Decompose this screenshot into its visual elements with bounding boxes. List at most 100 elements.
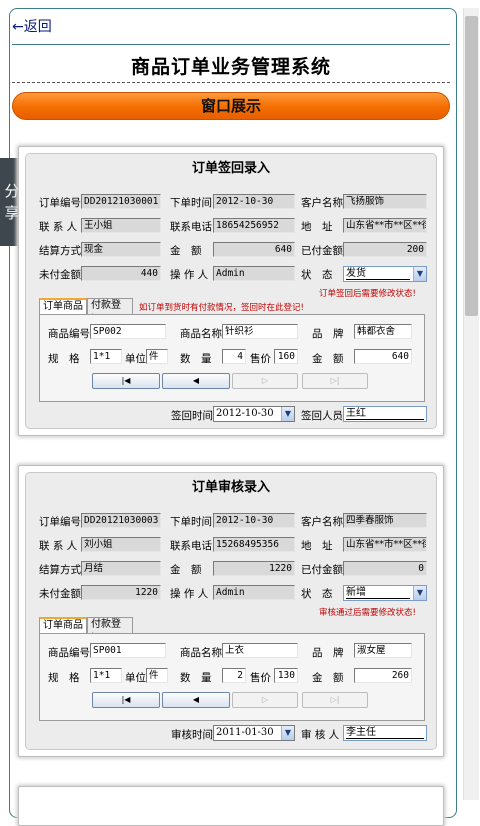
bottom-time-value: 2012-10-30 xyxy=(216,408,274,419)
paid-field[interactable]: 0 xyxy=(343,561,427,576)
order-no-field[interactable]: DD20121030001 xyxy=(81,194,161,209)
order-time-field[interactable]: 2012-10-30 xyxy=(213,513,295,528)
item-price-label: 售价 xyxy=(250,672,271,684)
card-title: 订单审核录入 xyxy=(191,480,270,495)
last-record-button[interactable]: ▷| xyxy=(302,692,368,708)
item-total-field[interactable]: 640 xyxy=(354,349,412,364)
item-spec-label: 规 格 xyxy=(48,672,80,684)
item-code-field[interactable]: SP001 xyxy=(90,643,166,658)
item-spec-field[interactable]: 1*1 xyxy=(90,349,122,364)
phone-field[interactable]: 18654256952 xyxy=(213,218,295,233)
item-unit-label: 单位 xyxy=(125,672,146,684)
detail-tabs: 订单商品 付款登记 xyxy=(39,617,239,644)
tab-payment-record[interactable]: 付款登记 xyxy=(87,617,133,644)
tab-order-items[interactable]: 订单商品 xyxy=(39,298,87,315)
paid-label: 已付金额 xyxy=(301,564,343,576)
address-field[interactable]: 山东省**市**区**街 xyxy=(343,218,427,233)
item-brand-label: 品 牌 xyxy=(312,328,344,340)
order-time-field[interactable]: 2012-10-30 xyxy=(213,194,295,209)
dropdown-arrow-icon[interactable]: ▼ xyxy=(281,407,294,421)
customer-field[interactable]: 四季春服饰 xyxy=(343,513,427,528)
item-brand-label: 品 牌 xyxy=(312,647,344,659)
status-select[interactable]: 新增 ▼ xyxy=(343,585,427,601)
amount-field[interactable]: 1220 xyxy=(213,561,295,576)
last-record-button[interactable]: ▷| xyxy=(302,373,368,389)
address-field[interactable]: 山东省**市**区**街 xyxy=(343,537,427,552)
unpaid-field[interactable]: 440 xyxy=(81,266,161,281)
amount-field[interactable]: 640 xyxy=(213,242,295,257)
paid-field[interactable]: 200 xyxy=(343,242,427,257)
first-record-button[interactable]: |◀ xyxy=(92,692,160,708)
item-brand-field[interactable]: 淑女屋 xyxy=(354,643,412,658)
item-name-field[interactable]: 上衣 xyxy=(222,643,298,658)
operator-field[interactable]: Admin xyxy=(213,585,295,600)
item-total-label: 金 额 xyxy=(312,672,344,684)
item-qty-field[interactable]: 4 xyxy=(222,349,246,364)
item-unit-field[interactable]: 件 xyxy=(146,349,168,364)
bottom-person-underline xyxy=(346,419,424,420)
next-record-button[interactable]: ▷ xyxy=(232,692,298,708)
order-no-label: 订单编号 xyxy=(39,516,81,528)
tab-order-items[interactable]: 订单商品 xyxy=(39,617,87,634)
operator-label: 操 作 人 xyxy=(170,588,209,600)
bottom-time-select[interactable]: 2012-10-30 ▼ xyxy=(213,406,295,422)
item-name-field[interactable]: 针织衫 xyxy=(222,324,298,339)
status-underline xyxy=(346,598,410,599)
bottom-person-label: 签回人员 xyxy=(301,410,343,422)
contact-field[interactable]: 刘小姐 xyxy=(81,537,161,552)
unpaid-label: 未付金额 xyxy=(39,269,81,281)
order-signback-card: 订单签回录入 订单编号 DD20121030001 下单时间 2012-10-3… xyxy=(18,146,444,436)
bottom-person-label: 审 核 人 xyxy=(301,729,340,741)
customer-field[interactable]: 飞扬服饰 xyxy=(343,194,427,209)
phone-field[interactable]: 15268495356 xyxy=(213,537,295,552)
window-showcase-banner[interactable]: 窗口展示 xyxy=(12,92,450,120)
order-items-panel: 商品编号 SP001 商品名称 上衣 品 牌 淑女屋 规 格 1*1 单位 件 … xyxy=(39,633,425,721)
scrollbar-thumb[interactable] xyxy=(465,16,478,316)
contact-field[interactable]: 王小姐 xyxy=(81,218,161,233)
item-price-field[interactable]: 160 xyxy=(274,349,298,364)
order-no-label: 订单编号 xyxy=(39,197,81,209)
item-spec-field[interactable]: 1*1 xyxy=(90,668,122,683)
order-items-panel: 商品编号 SP002 商品名称 针织衫 品 牌 韩都衣舍 规 格 1*1 单位 … xyxy=(39,314,425,402)
amount-label: 金 额 xyxy=(170,564,202,576)
status-select[interactable]: 发货 ▼ xyxy=(343,266,427,282)
status-value: 发货 xyxy=(346,268,366,279)
item-name-label: 商品名称 xyxy=(180,328,222,340)
prev-record-button[interactable]: ◀ xyxy=(162,373,230,389)
address-label: 地 址 xyxy=(301,221,333,233)
dropdown-arrow-icon[interactable]: ▼ xyxy=(281,726,294,740)
item-code-field[interactable]: SP002 xyxy=(90,324,166,339)
payment-field[interactable]: 月结 xyxy=(81,561,161,576)
item-price-field[interactable]: 130 xyxy=(274,668,298,683)
back-link[interactable]: ←返回 xyxy=(12,16,52,36)
bottom-person-select[interactable]: 李主任 xyxy=(343,725,427,741)
status-note: 订单签回后需要修改状态! xyxy=(319,289,416,299)
item-total-label: 金 额 xyxy=(312,353,344,365)
payment-field[interactable]: 现金 xyxy=(81,242,161,257)
order-time-label: 下单时间 xyxy=(170,516,212,528)
order-time-label: 下单时间 xyxy=(170,197,212,209)
dropdown-arrow-icon[interactable]: ▼ xyxy=(413,267,426,281)
item-brand-field[interactable]: 韩都衣舍 xyxy=(354,324,412,339)
item-qty-label: 数 量 xyxy=(180,353,212,365)
item-unit-field[interactable]: 件 xyxy=(146,668,168,683)
customer-label: 客户名称 xyxy=(301,197,343,209)
order-no-field[interactable]: DD20121030003 xyxy=(81,513,161,528)
tab-payment-record[interactable]: 付款登记 xyxy=(87,298,133,325)
item-spec-label: 规 格 xyxy=(48,353,80,365)
next-record-button[interactable]: ▷ xyxy=(232,373,298,389)
dropdown-arrow-icon[interactable]: ▼ xyxy=(413,586,426,600)
operator-label: 操 作 人 xyxy=(170,269,209,281)
item-total-field[interactable]: 260 xyxy=(354,668,412,683)
prev-record-button[interactable]: ◀ xyxy=(162,692,230,708)
top-divider xyxy=(12,44,450,45)
bottom-time-select[interactable]: 2011-01-30 ▼ xyxy=(213,725,295,741)
first-record-button[interactable]: |◀ xyxy=(92,373,160,389)
item-qty-field[interactable]: 2 xyxy=(222,668,246,683)
operator-field[interactable]: Admin xyxy=(213,266,295,281)
item-qty-label: 数 量 xyxy=(180,672,212,684)
unpaid-field[interactable]: 1220 xyxy=(81,585,161,600)
item-price-label: 售价 xyxy=(250,353,271,365)
customer-label: 客户名称 xyxy=(301,516,343,528)
bottom-person-select[interactable]: 王红 xyxy=(343,406,427,422)
